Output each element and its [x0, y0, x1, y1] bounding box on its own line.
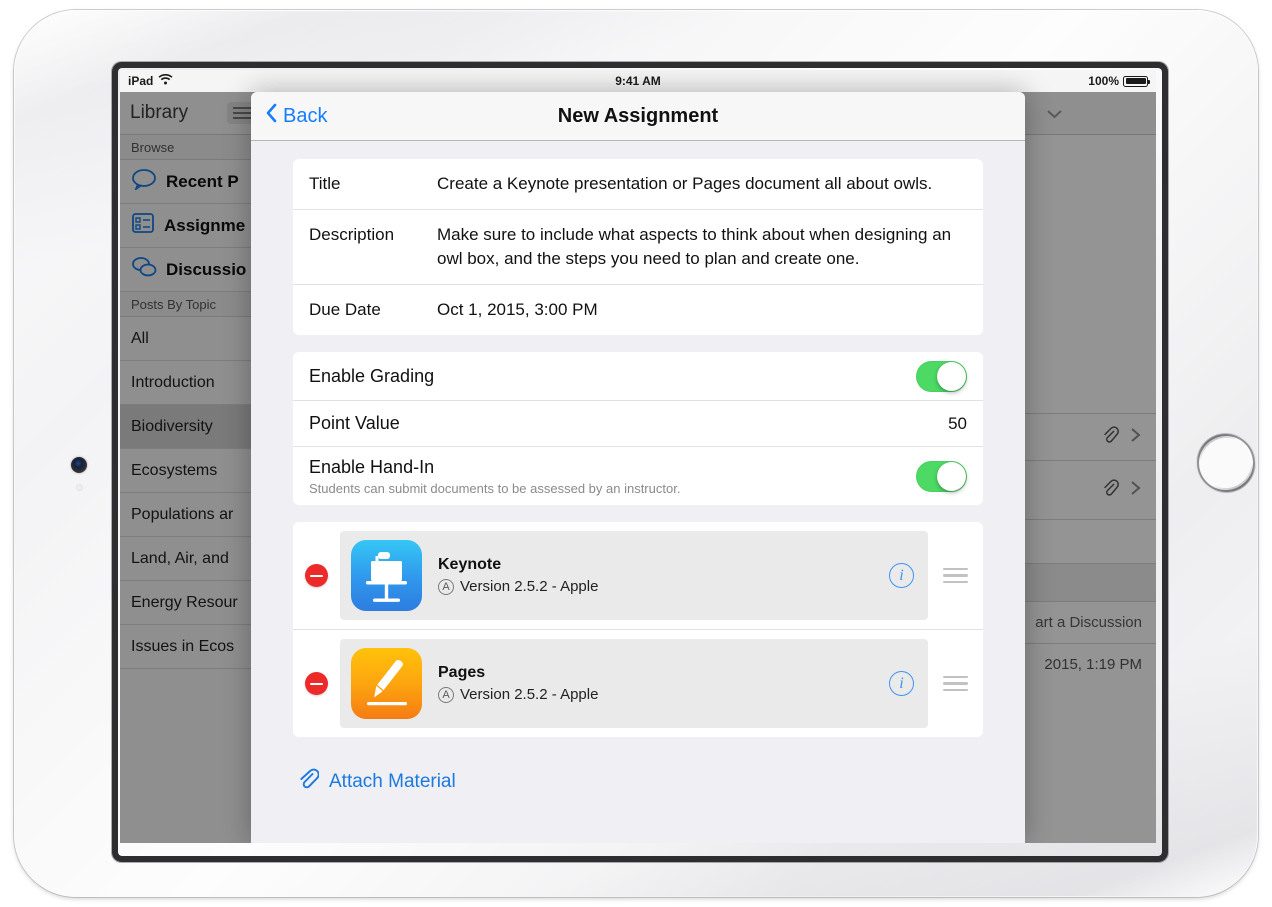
status-bar: iPad 9:41 AM 100% — [120, 70, 1156, 92]
attachment-version: A Version 2.5.2 - Apple — [438, 578, 873, 595]
attachment-row: Keynote A Version 2.5.2 - Apple i — [293, 522, 983, 630]
enable-handin-label: Enable Hand-In — [309, 456, 435, 477]
field-title-row[interactable]: Title Create a Keynote presentation or P… — [293, 159, 983, 210]
field-due-date-row[interactable]: Due Date Oct 1, 2015, 3:00 PM — [293, 285, 983, 335]
attachments-card: Keynote A Version 2.5.2 - Apple i Pages … — [293, 522, 983, 737]
enable-handin-row[interactable]: Enable Hand-In Students can submit docum… — [293, 447, 983, 505]
modal-title: New Assignment — [557, 104, 719, 127]
grading-settings-card: Enable Grading Point Value 50 Enable Han… — [293, 352, 983, 505]
keynote-icon — [351, 540, 422, 611]
enable-handin-toggle[interactable] — [916, 460, 967, 492]
description-input[interactable]: Make sure to include what aspects to thi… — [437, 223, 967, 271]
field-label: Due Date — [309, 300, 381, 319]
attach-material-label: Attach Material — [329, 771, 456, 792]
point-value-row[interactable]: Point Value 50 — [293, 401, 983, 447]
attachment-version-text: Version 2.5.2 - Apple — [460, 686, 599, 703]
enable-grading-toggle[interactable] — [916, 360, 967, 392]
attach-material-button[interactable]: Attach Material — [293, 754, 983, 810]
point-value-label: Point Value — [309, 413, 400, 433]
app-store-badge-icon: A — [438, 578, 454, 595]
attachment-meta: Pages A Version 2.5.2 - Apple — [438, 664, 873, 703]
field-description-row[interactable]: Description Make sure to include what as… — [293, 210, 983, 285]
ambient-light-sensor — [76, 484, 83, 491]
app-store-badge-icon: A — [438, 686, 454, 703]
front-camera — [71, 457, 87, 473]
title-input[interactable]: Create a Keynote presentation or Pages d… — [437, 172, 967, 196]
drag-handle-icon[interactable] — [928, 567, 983, 584]
due-date-value[interactable]: Oct 1, 2015, 3:00 PM — [437, 298, 967, 322]
point-value-input[interactable]: 50 — [948, 414, 967, 434]
assignment-fields-card: Title Create a Keynote presentation or P… — [293, 159, 983, 335]
toggle-knob — [937, 361, 966, 391]
attachment-version-text: Version 2.5.2 - Apple — [460, 578, 599, 595]
drag-handle-icon[interactable] — [928, 675, 983, 692]
remove-minus-icon[interactable] — [305, 564, 328, 587]
attachment-name: Keynote — [438, 556, 502, 573]
remove-minus-icon[interactable] — [305, 672, 328, 695]
attachment-card[interactable]: Pages A Version 2.5.2 - Apple i — [340, 639, 928, 728]
battery-icon — [1123, 75, 1150, 87]
attachment-meta: Keynote A Version 2.5.2 - Apple — [438, 556, 873, 595]
attachment-row: Pages A Version 2.5.2 - Apple i — [293, 630, 983, 737]
attachment-name: Pages — [438, 664, 486, 681]
battery-percent: 100% — [1088, 74, 1119, 88]
new-assignment-modal: Back New Assignment Title Create a Keyno… — [251, 92, 1025, 843]
enable-grading-label: Enable Grading — [309, 365, 435, 386]
toggle-knob — [937, 461, 966, 491]
info-icon[interactable]: i — [889, 563, 914, 588]
ipad-screen: Library Browse Recent P Assignme Discuss… — [120, 70, 1156, 843]
enable-handin-sublabel: Students can submit documents to be asse… — [309, 480, 681, 496]
field-label: Title — [309, 174, 341, 193]
modal-body: Title Create a Keynote presentation or P… — [251, 141, 1025, 810]
enable-grading-row[interactable]: Enable Grading — [293, 352, 983, 401]
paperclip-icon — [297, 768, 320, 796]
attachment-card[interactable]: Keynote A Version 2.5.2 - Apple i — [340, 531, 928, 620]
attachment-version: A Version 2.5.2 - Apple — [438, 686, 873, 703]
pages-icon — [351, 648, 422, 719]
status-time: 9:41 AM — [615, 74, 661, 88]
modal-navigation-bar: Back New Assignment — [251, 92, 1025, 141]
field-label: Description — [309, 225, 395, 244]
info-icon[interactable]: i — [889, 671, 914, 696]
home-button[interactable] — [1197, 434, 1255, 492]
